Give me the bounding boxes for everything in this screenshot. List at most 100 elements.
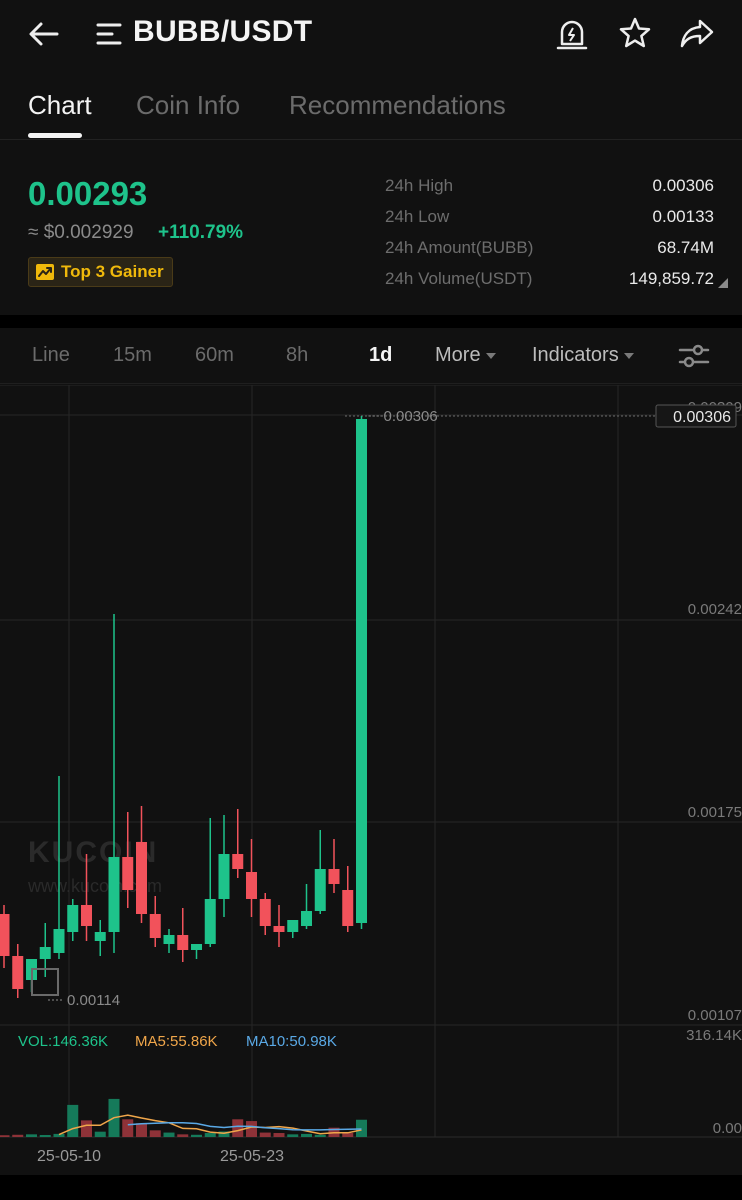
top-gainer-badge[interactable]: Top 3 Gainer	[28, 257, 173, 287]
candle-body	[191, 944, 202, 950]
candle-body	[163, 935, 175, 944]
bottom-band	[0, 1175, 742, 1200]
candle-body	[342, 890, 354, 926]
candle-body	[136, 842, 147, 914]
volume-axis-min: 0.00	[713, 1120, 742, 1137]
usd-price: ≈ $0.002929	[28, 222, 134, 243]
candle-body	[301, 911, 312, 926]
x-axis-tick-label: 25-05-23	[220, 1148, 284, 1165]
trending-up-icon	[36, 264, 54, 280]
candle-body	[94, 932, 106, 941]
candle-body	[177, 935, 189, 950]
volume-bar	[177, 1134, 189, 1137]
chevron-down-icon	[623, 352, 634, 359]
back-arrow-icon[interactable]	[26, 16, 62, 52]
candle-body	[12, 956, 24, 989]
volume-bar	[232, 1119, 244, 1137]
price-alert-icon[interactable]	[554, 16, 590, 52]
menu-icon[interactable]	[96, 22, 122, 46]
ticker-summary: 0.00293 ≈ $0.002929 +110.79% Top 3 Gaine…	[0, 140, 742, 315]
y-axis-tick-label: 0.00107	[688, 1007, 742, 1024]
volume-bar	[314, 1134, 326, 1137]
stat-label-24h-high: 24h High	[385, 176, 454, 195]
chart-settings-icon[interactable]	[678, 342, 710, 370]
candle-body	[273, 926, 285, 932]
interval-1d[interactable]: 1d	[369, 344, 392, 367]
volume-bar	[191, 1134, 202, 1137]
volume-bar	[0, 1135, 10, 1137]
volume-bar	[287, 1134, 299, 1137]
tab-recommendations[interactable]: Recommendations	[289, 90, 506, 121]
volume-bar	[246, 1121, 257, 1137]
volume-bar	[39, 1135, 51, 1137]
candle-body	[204, 899, 216, 944]
candle-body	[328, 869, 340, 884]
badge-label: Top 3 Gainer	[61, 262, 164, 281]
top-bar: BUBB/USDT	[0, 0, 742, 68]
candle-body	[53, 929, 65, 953]
volume-label: VOL:146.36K	[18, 1033, 108, 1050]
tab-chart[interactable]: Chart	[28, 90, 92, 121]
volume-bar	[163, 1132, 175, 1137]
candle-body	[287, 920, 299, 932]
candlestick-chart[interactable]: KUCOINwww.kucoin.com0.003090.002420.0017…	[0, 385, 742, 1175]
chart-canvas[interactable]: KUCOINwww.kucoin.com0.003090.002420.0017…	[0, 385, 742, 1175]
y-axis-tick-label: 0.00175	[688, 804, 742, 821]
volume-bar	[67, 1104, 79, 1137]
candle-body	[0, 914, 10, 956]
candle-body	[108, 857, 120, 932]
stat-label-24h-amount: 24h Amount(BUBB)	[385, 238, 534, 257]
y-axis-tick-label: 0.00242	[688, 601, 742, 618]
stat-value-24h-volume: 149,859.72	[628, 269, 714, 288]
x-axis-tick-label: 25-05-10	[37, 1148, 101, 1165]
candle-body	[232, 854, 244, 869]
indicators-label: Indicators	[532, 344, 619, 366]
last-price-tag: 0.00306	[673, 409, 731, 426]
volume-bar	[204, 1133, 216, 1137]
share-icon[interactable]	[678, 15, 716, 51]
stat-label-24h-low: 24h Low	[385, 207, 450, 226]
last-price: 0.00293	[28, 175, 148, 212]
candle-body	[314, 869, 326, 911]
ma5-label: MA5:55.86K	[135, 1033, 218, 1050]
volume-bar	[273, 1133, 285, 1137]
candle-body	[218, 854, 230, 899]
more-dropdown[interactable]: More	[435, 344, 496, 367]
interval-60m[interactable]: 60m	[195, 344, 234, 367]
pair-title[interactable]: BUBB/USDT	[133, 15, 312, 49]
candle-body	[39, 947, 51, 959]
candle-body	[122, 857, 134, 890]
active-tab-indicator	[28, 133, 82, 138]
volume-bar	[342, 1133, 354, 1137]
candle-body	[259, 899, 271, 926]
tab-bar: Chart Coin Info Recommendations	[0, 68, 742, 140]
interval-15m[interactable]: 15m	[113, 344, 152, 367]
high-marker-label: 0.00306	[384, 408, 438, 425]
more-label: More	[435, 344, 481, 366]
favorite-star-icon[interactable]	[617, 15, 653, 51]
change-percent: +110.79%	[158, 222, 244, 243]
stat-label-24h-volume: 24h Volume(USDT)	[385, 269, 533, 288]
indicators-dropdown[interactable]: Indicators	[532, 344, 634, 367]
volume-bar	[122, 1119, 134, 1137]
volume-bar	[26, 1134, 37, 1137]
tab-coin-info[interactable]: Coin Info	[136, 90, 240, 121]
candle-body	[81, 905, 92, 926]
interval-line[interactable]: Line	[32, 344, 70, 367]
chevron-down-icon	[485, 352, 496, 359]
volume-bar	[259, 1132, 271, 1137]
volume-axis-max: 316.14K	[686, 1027, 742, 1044]
corner-caret-icon[interactable]	[718, 275, 728, 288]
volume-bar	[301, 1133, 312, 1137]
volume-bar	[149, 1130, 161, 1137]
low-marker-label: 0.00114	[67, 992, 120, 1009]
stat-value-24h-high: 0.00306	[652, 176, 714, 195]
candle-body	[356, 419, 367, 923]
volume-bar	[12, 1134, 24, 1137]
volume-bar	[94, 1131, 106, 1137]
volume-bar	[81, 1120, 92, 1137]
candle-body	[246, 872, 257, 899]
candle-body	[67, 905, 79, 932]
interval-8h[interactable]: 8h	[286, 344, 308, 367]
section-divider	[0, 315, 742, 328]
